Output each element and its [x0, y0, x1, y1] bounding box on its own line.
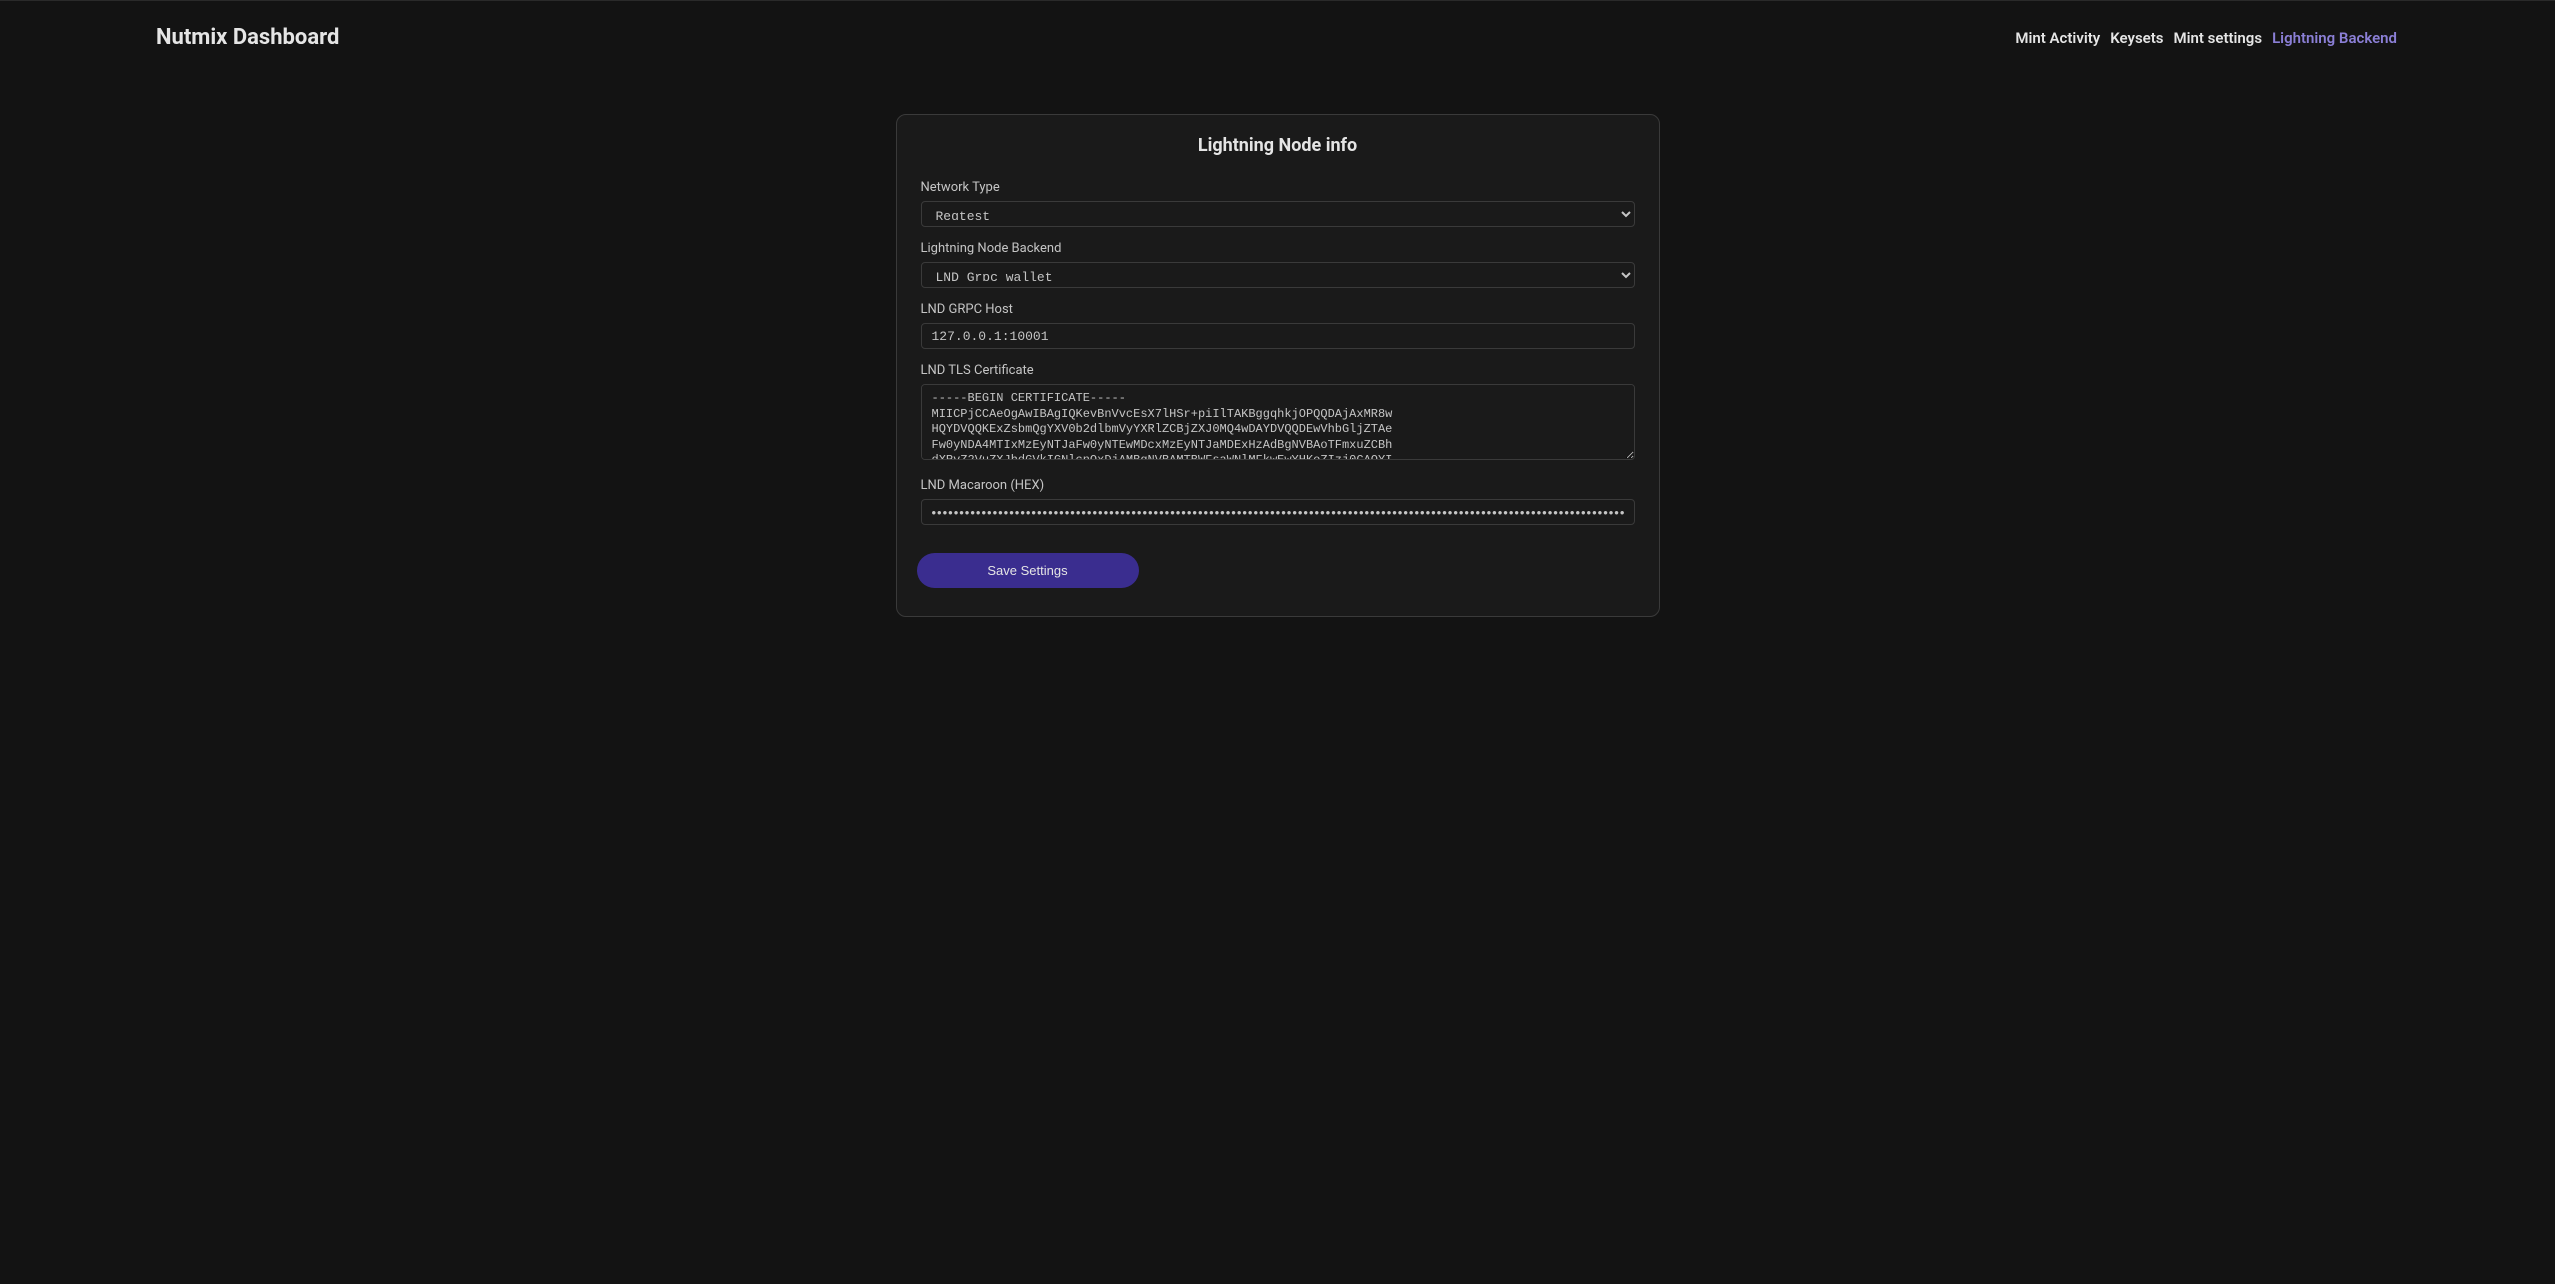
lightning-backend-group: Lightning Node Backend LND Grpc wallet: [921, 241, 1635, 288]
tls-cert-textarea[interactable]: -----BEGIN CERTIFICATE----- MIICPjCCAeOg…: [921, 384, 1635, 460]
save-settings-button[interactable]: Save Settings: [917, 553, 1139, 588]
nav-lightning-backend[interactable]: Lightning Backend: [2270, 29, 2399, 47]
header: Nutmix Dashboard Mint Activity Keysets M…: [0, 1, 2555, 74]
nav-keysets[interactable]: Keysets: [2108, 29, 2165, 47]
content-area: Lightning Node info Network Type Regtest…: [0, 74, 2555, 617]
lightning-node-card: Lightning Node info Network Type Regtest…: [896, 114, 1660, 617]
page-title: Nutmix Dashboard: [156, 25, 339, 50]
lightning-backend-select[interactable]: LND Grpc wallet: [921, 262, 1635, 288]
grpc-host-input[interactable]: [921, 323, 1635, 349]
network-type-select[interactable]: Regtest: [921, 201, 1635, 227]
card-title: Lightning Node info: [921, 135, 1635, 156]
nav-mint-activity[interactable]: Mint Activity: [2013, 29, 2102, 47]
macaroon-input[interactable]: [921, 499, 1635, 525]
nav-menu: Mint Activity Keysets Mint settings Ligh…: [2013, 29, 2399, 47]
tls-cert-group: LND TLS Certificate -----BEGIN CERTIFICA…: [921, 363, 1635, 464]
lightning-backend-label: Lightning Node Backend: [921, 241, 1635, 256]
grpc-host-group: LND GRPC Host: [921, 302, 1635, 349]
macaroon-group: LND Macaroon (HEX): [921, 478, 1635, 525]
network-type-label: Network Type: [921, 180, 1635, 195]
nav-mint-settings[interactable]: Mint settings: [2172, 29, 2265, 47]
tls-cert-label: LND TLS Certificate: [921, 363, 1635, 378]
network-type-group: Network Type Regtest: [921, 180, 1635, 227]
grpc-host-label: LND GRPC Host: [921, 302, 1635, 317]
macaroon-label: LND Macaroon (HEX): [921, 478, 1635, 493]
